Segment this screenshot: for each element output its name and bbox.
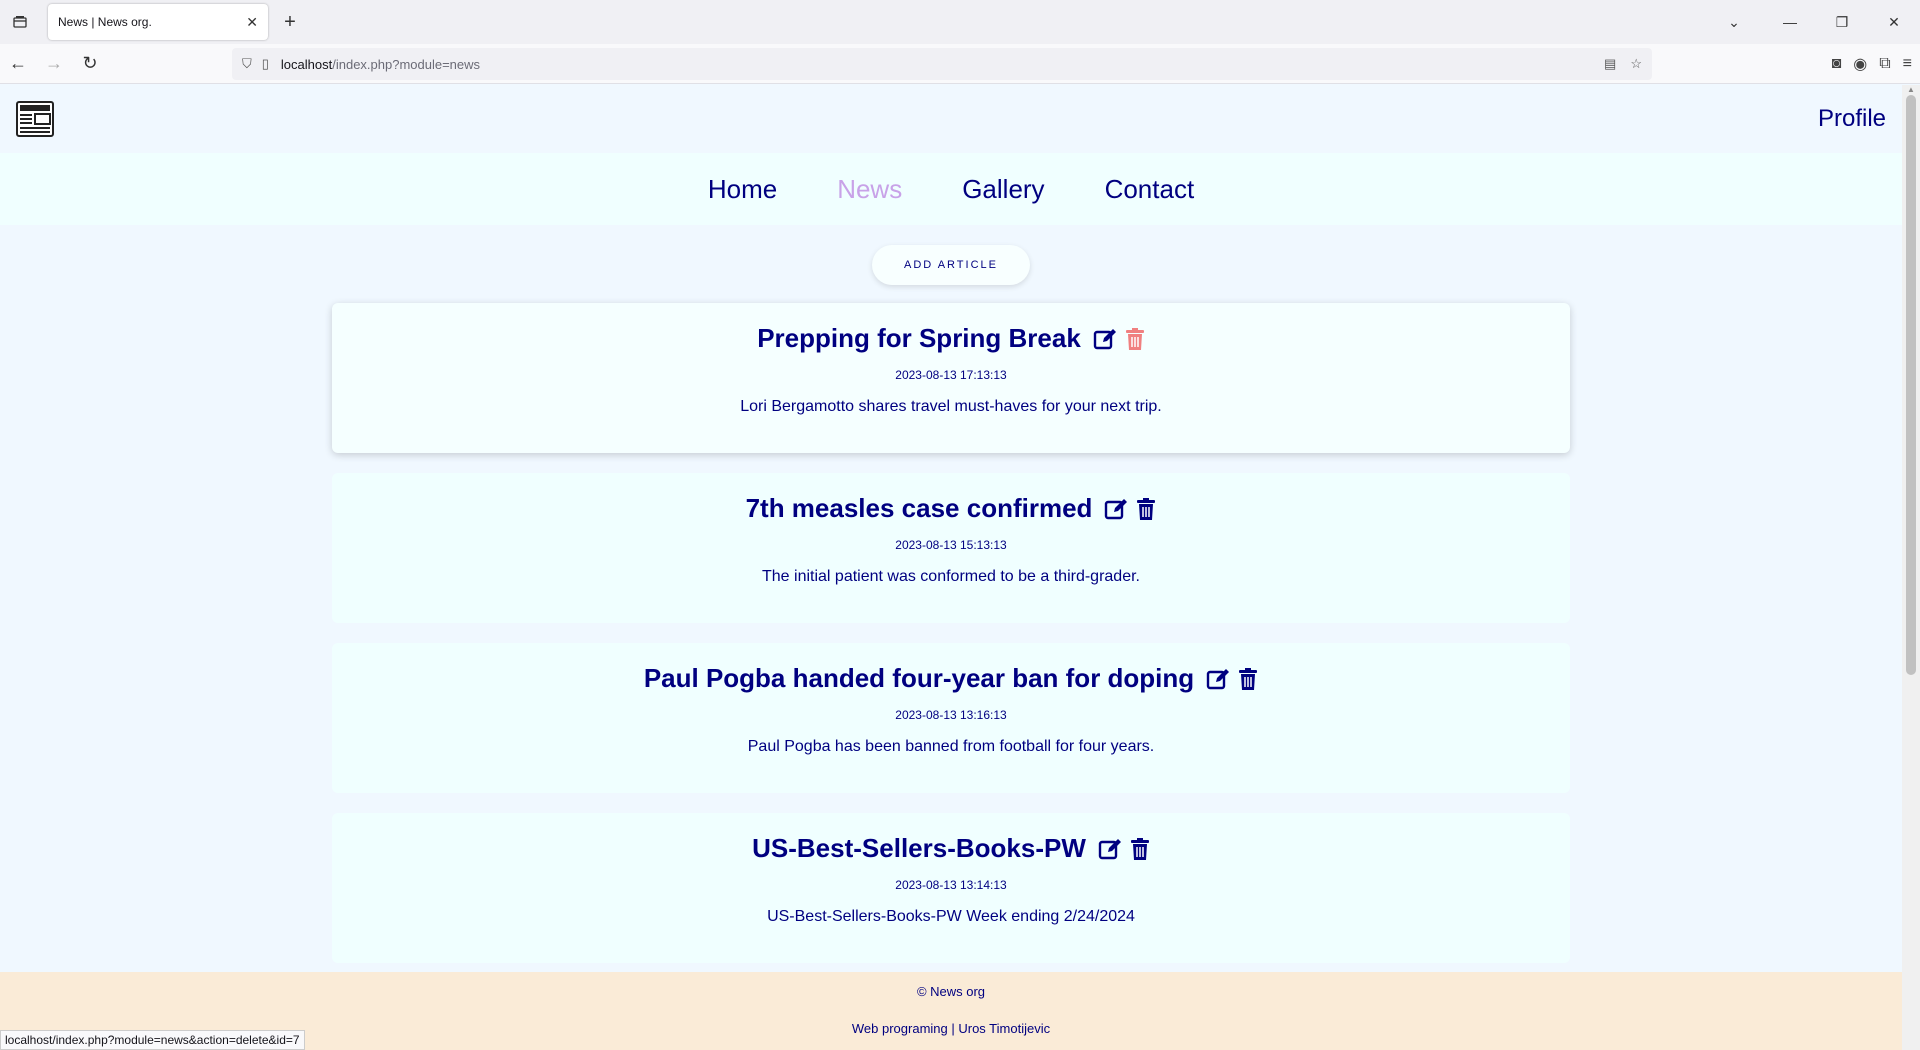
url-bar[interactable]: ⛉ ▯ localhost/index.php?module=news ▤ ☆ — [232, 48, 1652, 80]
article-card: Paul Pogba handed four-year ban for dopi… — [332, 643, 1570, 793]
tab-title: News | News org. — [58, 15, 152, 29]
article-description: US-Best-Sellers-Books-PW Week ending 2/2… — [767, 908, 1135, 925]
url-path: /index.php?module=news — [332, 56, 481, 72]
url-host: localhost — [280, 56, 333, 72]
article-description: The initial patient was conformed to be … — [762, 568, 1140, 585]
article-date: 2023-08-13 13:14:13 — [895, 878, 1007, 892]
back-icon[interactable]: ← — [0, 46, 36, 82]
nav-gallery[interactable]: Gallery — [962, 174, 1044, 205]
article-title[interactable]: Paul Pogba handed four-year ban for dopi… — [644, 663, 1194, 694]
browser-tabbar: News | News org. ✕ + ⌄ — ❐ ✕ — [0, 0, 1920, 44]
article-title[interactable]: 7th measles case confirmed — [746, 493, 1093, 524]
article-title-row: 7th measles case confirmed — [746, 493, 1157, 524]
article-date: 2023-08-13 13:16:13 — [895, 708, 1007, 722]
trash-icon[interactable] — [1136, 497, 1156, 521]
nav-contact[interactable]: Contact — [1105, 174, 1195, 205]
article-date: 2023-08-13 17:13:13 — [895, 368, 1007, 382]
tab-list-icon[interactable] — [0, 0, 40, 44]
footer-copyright: © News org — [916, 984, 986, 999]
article-title[interactable]: US-Best-Sellers-Books-PW — [752, 833, 1086, 864]
edit-icon[interactable] — [1093, 327, 1117, 351]
article-title-row: Paul Pogba handed four-year ban for dopi… — [644, 663, 1258, 694]
trash-icon[interactable] — [1125, 327, 1145, 351]
article-date: 2023-08-13 15:13:13 — [895, 538, 1007, 552]
bookmark-star-icon[interactable]: ☆ — [1630, 56, 1642, 72]
tab-overflow-chevron-icon[interactable]: ⌄ — [1704, 0, 1764, 44]
site-header: Profile — [0, 85, 1902, 153]
reader-view-icon[interactable]: ▤ — [1604, 56, 1616, 72]
close-window-button[interactable]: ✕ — [1868, 0, 1920, 44]
trash-icon[interactable] — [1130, 837, 1150, 861]
page-content: Profile Home News Gallery Contact ADD AR… — [0, 85, 1902, 1050]
account-icon[interactable]: ◉ — [1853, 54, 1867, 74]
scrollbar-thumb[interactable] — [1906, 95, 1916, 675]
scroll-up-arrow-icon[interactable]: ▲ — [1902, 85, 1920, 94]
window-controls: ⌄ — ❐ ✕ — [1704, 0, 1920, 44]
main-nav: Home News Gallery Contact — [0, 153, 1902, 225]
add-article-wrap: ADD ARTICLE — [0, 245, 1902, 285]
pocket-icon[interactable]: ◙ — [1832, 55, 1842, 73]
new-tab-button[interactable]: + — [272, 4, 308, 40]
minimize-button[interactable]: — — [1764, 0, 1816, 44]
nav-home[interactable]: Home — [708, 174, 777, 205]
browser-tab-active[interactable]: News | News org. ✕ — [48, 4, 268, 40]
article-title-row: Prepping for Spring Break — [757, 323, 1145, 354]
nav-news[interactable]: News — [837, 174, 902, 205]
page-icon: ▯ — [261, 56, 269, 71]
edit-icon[interactable] — [1098, 837, 1122, 861]
edit-icon[interactable] — [1104, 497, 1128, 521]
article-list: Prepping for Spring Break 2023-08-13 17:… — [332, 303, 1570, 963]
status-bar-url: localhost/index.php?module=news&action=d… — [0, 1030, 305, 1050]
article-card: US-Best-Sellers-Books-PW 2023-08-13 13:1… — [332, 813, 1570, 963]
edit-icon[interactable] — [1206, 667, 1230, 691]
extensions-icon[interactable]: ⧉ — [1879, 55, 1890, 73]
trash-icon[interactable] — [1238, 667, 1258, 691]
shield-icon[interactable]: ⛉ — [242, 56, 252, 72]
restore-button[interactable]: ❐ — [1816, 0, 1868, 44]
article-title-row: US-Best-Sellers-Books-PW — [752, 833, 1150, 864]
article-description: Paul Pogba has been banned from football… — [747, 738, 1155, 755]
article-card: Prepping for Spring Break 2023-08-13 17:… — [332, 303, 1570, 453]
menu-icon[interactable]: ≡ — [1903, 55, 1912, 73]
news-logo-icon[interactable] — [16, 101, 54, 137]
reload-icon[interactable]: ↻ — [72, 46, 108, 82]
article-description: Lori Bergamotto shares travel must-haves… — [740, 398, 1162, 415]
tab-close-icon[interactable]: ✕ — [246, 14, 258, 31]
page-scrollbar[interactable]: ▲ — [1902, 85, 1920, 1050]
article-title[interactable]: Prepping for Spring Break — [757, 323, 1081, 354]
forward-icon[interactable]: → — [36, 46, 72, 82]
add-article-button[interactable]: ADD ARTICLE — [872, 245, 1030, 285]
browser-navbar: ← → ↻ ⛉ ▯ localhost/index.php?module=new… — [0, 44, 1920, 84]
profile-link[interactable]: Profile — [1818, 105, 1886, 133]
article-card: 7th measles case confirmed 2023-08-13 15… — [332, 473, 1570, 623]
